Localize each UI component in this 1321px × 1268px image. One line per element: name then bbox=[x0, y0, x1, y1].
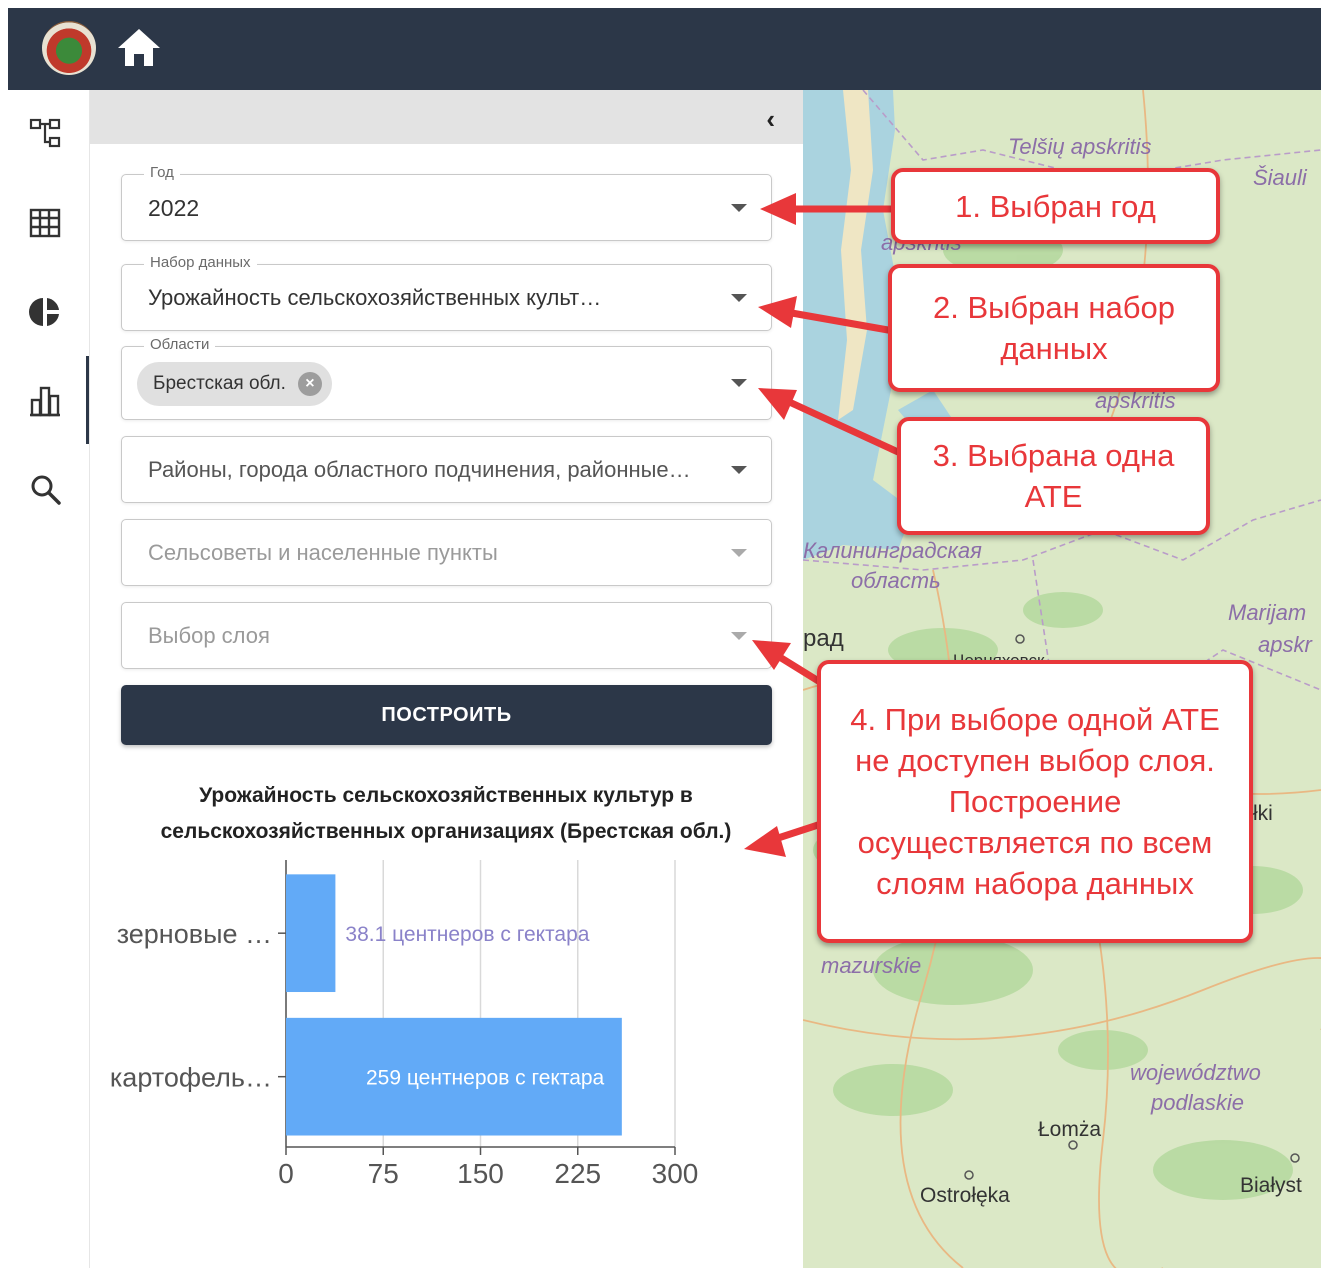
build-button[interactable]: ПОСТРОИТЬ bbox=[121, 685, 772, 745]
map-label: podlaskie bbox=[1150, 1090, 1244, 1115]
table-grid-icon[interactable] bbox=[28, 206, 62, 240]
map-label: Łomża bbox=[1038, 1118, 1101, 1141]
chart-title: Урожайность сельскохозяйственных культур… bbox=[110, 778, 782, 850]
x-tick-label: 225 bbox=[554, 1158, 601, 1189]
layer-placeholder: Выбор слоя bbox=[148, 623, 270, 648]
bar bbox=[286, 874, 336, 993]
remove-chip-icon[interactable]: × bbox=[297, 372, 322, 396]
map-label: область bbox=[851, 568, 941, 593]
search-icon[interactable] bbox=[28, 472, 62, 506]
map-label: Ostrołęka bbox=[920, 1184, 1010, 1207]
map-label: Marijam bbox=[1228, 600, 1306, 625]
bar-chart-icon[interactable] bbox=[28, 384, 62, 418]
map-label: łki bbox=[1253, 802, 1273, 825]
active-indicator bbox=[86, 356, 89, 444]
chevron-down-icon[interactable] bbox=[731, 294, 747, 302]
x-tick-label: 0 bbox=[278, 1158, 294, 1189]
regions-label: Области bbox=[144, 336, 216, 353]
x-tick-label: 75 bbox=[368, 1158, 399, 1189]
year-label: Год bbox=[144, 164, 180, 181]
chart-title-line2: сельскохозяйственных организациях (Брест… bbox=[160, 820, 732, 843]
top-bar bbox=[8, 8, 1321, 90]
annotation-ate: 3. Выбрана одна АТЕ bbox=[897, 417, 1210, 535]
year-select[interactable]: Год 2022 bbox=[121, 164, 772, 241]
councils-select[interactable]: Сельсоветы и населенные пункты bbox=[121, 519, 772, 586]
chevron-down-icon[interactable] bbox=[731, 549, 747, 557]
region-chip-label: Брестская обл. bbox=[153, 373, 286, 394]
panel-header: ‹ bbox=[90, 90, 803, 144]
chevron-down-icon bbox=[731, 632, 747, 640]
home-icon[interactable] bbox=[116, 26, 162, 68]
emblem-logo-icon[interactable] bbox=[42, 21, 96, 75]
x-tick-label: 300 bbox=[652, 1158, 699, 1189]
chevron-down-icon[interactable] bbox=[731, 466, 747, 474]
dataset-value: Урожайность сельскохозяйственных культ… bbox=[148, 285, 602, 310]
map-label: рад bbox=[803, 625, 844, 652]
data-label: 259 центнеров с гектара bbox=[366, 1067, 605, 1090]
region-chip: Брестская обл. × bbox=[137, 362, 332, 406]
dataset-label: Набор данных bbox=[144, 254, 257, 271]
category-label: зерновые … bbox=[117, 919, 272, 949]
year-value: 2022 bbox=[148, 195, 200, 221]
chevron-down-icon[interactable] bbox=[731, 204, 747, 212]
districts-placeholder: Районы, города областного подчинения, ра… bbox=[148, 457, 691, 482]
map-label: mazurskie bbox=[821, 953, 921, 978]
map-label: Białyst bbox=[1240, 1174, 1302, 1197]
data-label: 38.1 центнеров с гектара bbox=[345, 923, 589, 946]
chevron-down-icon[interactable] bbox=[731, 379, 747, 387]
hierarchy-icon[interactable] bbox=[28, 116, 62, 150]
annotation-year: 1. Выбран год bbox=[891, 168, 1220, 244]
pie-chart-icon[interactable] bbox=[28, 295, 62, 329]
annotation-dataset: 2. Выбран набор данных bbox=[888, 264, 1220, 392]
map-label: Šiauli bbox=[1253, 165, 1308, 190]
annotation-layer: 4. При выборе одной АТЕ не доступен выбо… bbox=[817, 660, 1253, 943]
map-label: województwo bbox=[1130, 1060, 1261, 1085]
districts-select[interactable]: Районы, города областного подчинения, ра… bbox=[121, 436, 772, 503]
map-label: Telšių apskritis bbox=[1008, 134, 1151, 159]
chart-title-line1: Урожайность сельскохозяйственных культур… bbox=[199, 784, 693, 807]
map-label: apskr bbox=[1258, 632, 1313, 657]
councils-placeholder: Сельсоветы и населенные пункты bbox=[148, 540, 498, 565]
bar-chart: 0 75 150 225 300 зерновые … 38.1 центнеров с г… bbox=[110, 860, 699, 1189]
x-tick-label: 150 bbox=[457, 1158, 504, 1189]
regions-select[interactable]: Области Брестская обл. × bbox=[121, 336, 772, 420]
dataset-select[interactable]: Набор данных Урожайность сельскохозяйств… bbox=[121, 254, 772, 331]
layer-select: Выбор слоя bbox=[121, 602, 772, 669]
map-label: Калининградская bbox=[803, 538, 982, 563]
sidebar bbox=[8, 90, 90, 1268]
collapse-panel-button[interactable]: ‹ bbox=[766, 104, 775, 135]
category-label: картофель… bbox=[110, 1063, 272, 1093]
